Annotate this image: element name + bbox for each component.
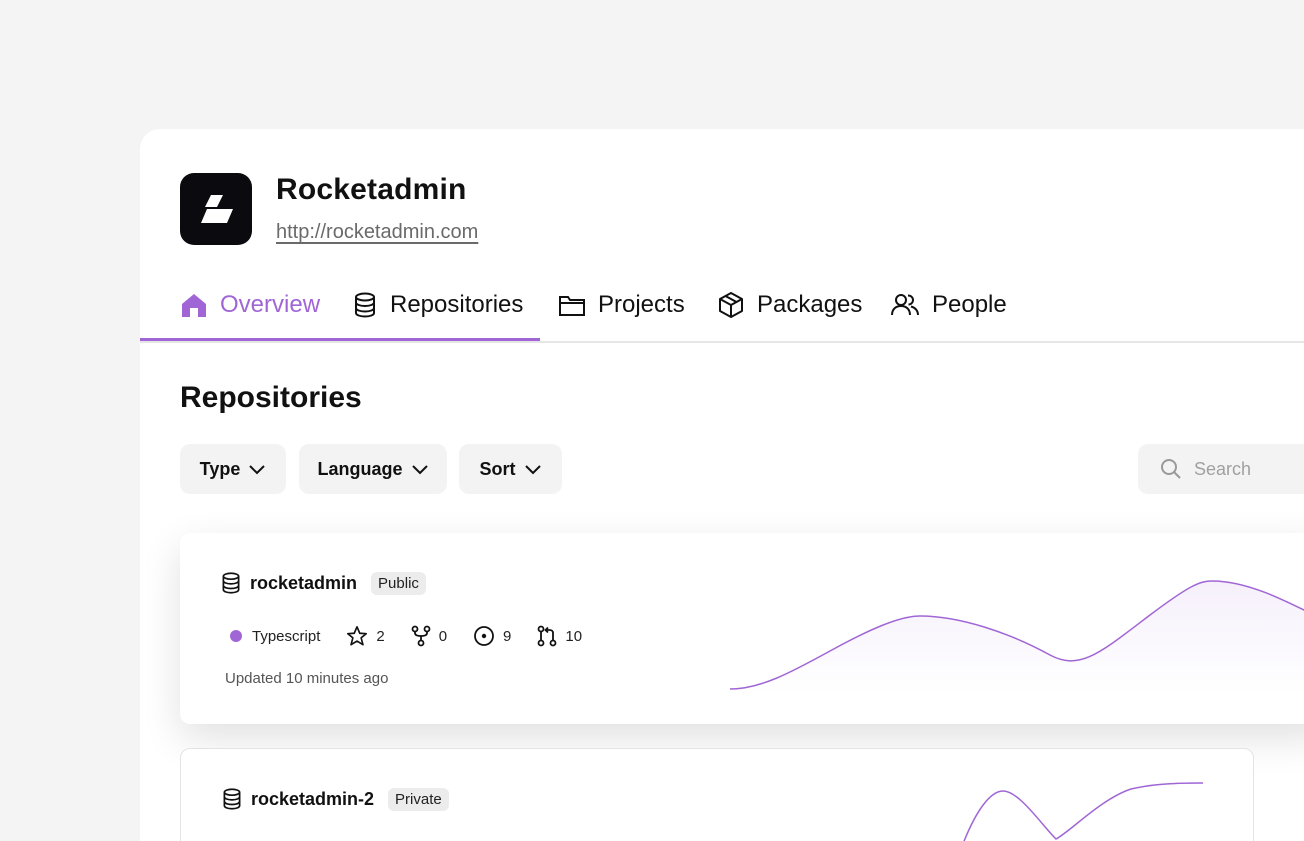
- org-logo: [180, 173, 252, 245]
- issue-icon: [474, 626, 494, 646]
- tab-people[interactable]: People: [890, 285, 1007, 325]
- stars-stat[interactable]: 2: [346, 625, 385, 647]
- tab-repositories-label: Repositories: [390, 291, 524, 318]
- repo-header: rocketadmin Public: [220, 571, 426, 595]
- section-title: Repositories: [180, 381, 362, 414]
- type-filter-label: Type: [199, 458, 241, 479]
- forks-stat[interactable]: 0: [411, 625, 447, 647]
- home-icon: [182, 294, 206, 317]
- search-input[interactable]: [1192, 457, 1304, 481]
- fork-icon: [411, 625, 431, 647]
- package-icon: [719, 292, 743, 318]
- repo-updated-time: Updated 10 minutes ago: [225, 670, 389, 687]
- pull-request-icon: [537, 625, 557, 647]
- pull-requests-count: 10: [565, 627, 583, 645]
- tab-bar: Overview Repositories Projects Packages …: [140, 279, 1304, 343]
- activity-sparkline: [963, 782, 1204, 841]
- issues-count: 9: [503, 627, 512, 645]
- database-icon: [223, 788, 241, 810]
- forks-count: 0: [438, 627, 448, 645]
- search-box: [1138, 444, 1304, 494]
- tab-projects-label: Projects: [598, 291, 685, 318]
- star-icon: [347, 626, 368, 646]
- issues-stat[interactable]: 9: [473, 625, 511, 647]
- language-color-dot: [230, 630, 242, 642]
- org-url-link[interactable]: http://rocketadmin.com: [276, 221, 478, 244]
- language-filter-label: Language: [317, 458, 403, 479]
- repo-meta: Typescript 2 0 9 10: [230, 625, 582, 647]
- language-filter-button[interactable]: Language: [299, 444, 447, 494]
- tab-repositories[interactable]: Repositories: [352, 285, 523, 325]
- repo-language: Typescript: [252, 627, 321, 645]
- tab-people-label: People: [932, 291, 1007, 318]
- database-icon: [222, 572, 240, 594]
- tab-projects[interactable]: Projects: [558, 285, 685, 325]
- folder-icon: [559, 296, 585, 316]
- repo-card[interactable]: rocketadmin-2 Private: [180, 748, 1254, 841]
- type-filter-button[interactable]: Type: [180, 444, 286, 494]
- org-name: Rocketadmin: [276, 173, 467, 206]
- repo-header: rocketadmin-2 Private: [221, 787, 449, 811]
- repo-card[interactable]: rocketadmin Public Typescript 2 0 9 10 U…: [180, 533, 1304, 724]
- people-icon: [891, 294, 919, 316]
- sort-filter-label: Sort: [479, 458, 516, 479]
- activity-sparkline: [730, 580, 1304, 693]
- tab-packages-label: Packages: [757, 291, 863, 318]
- sort-filter-button[interactable]: Sort: [459, 444, 562, 494]
- chevron-down-icon: [411, 465, 428, 475]
- tab-overview[interactable]: Overview: [180, 285, 320, 325]
- pull-requests-stat[interactable]: 10: [537, 625, 582, 647]
- database-icon: [355, 292, 375, 318]
- chevron-down-icon: [249, 465, 266, 475]
- visibility-badge: Private: [388, 787, 449, 811]
- search-icon: [1161, 459, 1181, 479]
- stars-count: 2: [376, 627, 385, 645]
- repo-name-link[interactable]: rocketadmin-2: [251, 789, 374, 810]
- chevron-down-icon: [524, 465, 541, 475]
- repo-name-link[interactable]: rocketadmin: [250, 573, 357, 594]
- org-panel: Rocketadmin http://rocketadmin.com Overv…: [140, 129, 1304, 841]
- active-tab-indicator: [140, 338, 540, 341]
- tab-overview-label: Overview: [220, 291, 321, 318]
- visibility-badge: Public: [371, 571, 426, 595]
- tab-packages[interactable]: Packages: [717, 285, 862, 325]
